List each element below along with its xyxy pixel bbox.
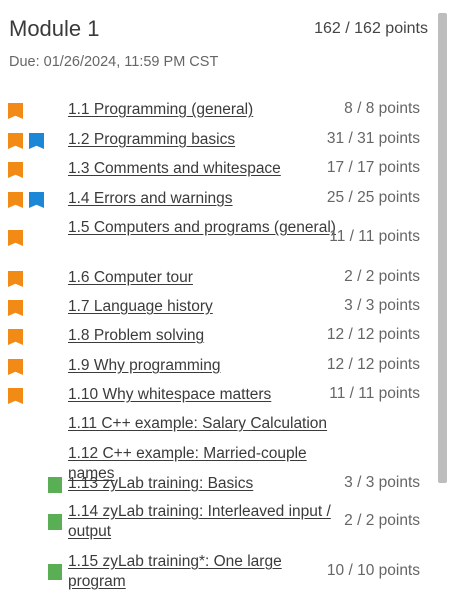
section-points: 3 / 3 points bbox=[344, 474, 420, 491]
section-link[interactable]: 1.7 Language history bbox=[68, 297, 338, 317]
section-row[interactable]: 1.2 Programming basics 31 / 31 points bbox=[0, 130, 436, 152]
participation-activity-icon bbox=[8, 359, 23, 375]
section-link[interactable]: 1.15 zyLab training*: One large program bbox=[68, 552, 338, 592]
participation-activity-icon bbox=[8, 271, 23, 287]
section-row[interactable]: 1.1 Programming (general) 8 / 8 points bbox=[0, 100, 436, 122]
section-row[interactable]: 1.12 C++ example: Married-couple names bbox=[0, 444, 436, 482]
activity-icons bbox=[48, 477, 62, 493]
activity-icons bbox=[8, 329, 23, 345]
activity-icons bbox=[8, 162, 23, 178]
section-row[interactable]: 1.15 zyLab training*: One large program 1… bbox=[0, 552, 436, 594]
participation-activity-icon bbox=[8, 133, 23, 149]
activity-icons bbox=[8, 192, 44, 208]
due-date: Due: 01/26/2024, 11:59 PM CST bbox=[9, 54, 219, 70]
activity-icons bbox=[48, 564, 62, 580]
participation-activity-icon bbox=[8, 103, 23, 119]
section-points: 12 / 12 points bbox=[326, 326, 420, 343]
section-row[interactable]: 1.6 Computer tour 2 / 2 points bbox=[0, 268, 436, 290]
section-link[interactable]: 1.10 Why whitespace matters bbox=[68, 385, 338, 405]
section-row[interactable]: 1.8 Problem solving 12 / 12 points bbox=[0, 326, 436, 348]
section-points: 2 / 2 points bbox=[344, 512, 420, 529]
section-link[interactable]: 1.5 Computers and programs (general) bbox=[68, 218, 338, 238]
section-row[interactable]: 1.11 C++ example: Salary Calculation bbox=[0, 414, 436, 436]
section-row[interactable]: 1.4 Errors and warnings 25 / 25 points bbox=[0, 189, 436, 211]
section-points: 8 / 8 points bbox=[344, 100, 420, 117]
challenge-activity-icon bbox=[29, 133, 44, 149]
section-points: 3 / 3 points bbox=[344, 297, 420, 314]
section-row[interactable]: 1.9 Why programming 12 / 12 points bbox=[0, 356, 436, 378]
module-header: Module 1 162 / 162 points Due: 01/26/202… bbox=[0, 0, 436, 80]
section-points: 12 / 12 points bbox=[326, 356, 420, 373]
section-link[interactable]: 1.13 zyLab training: Basics bbox=[68, 474, 338, 494]
section-link[interactable]: 1.4 Errors and warnings bbox=[68, 189, 338, 209]
section-link[interactable]: 1.2 Programming basics bbox=[68, 130, 338, 150]
participation-activity-icon bbox=[8, 329, 23, 345]
lab-activity-icon bbox=[48, 477, 62, 493]
activity-icons bbox=[8, 103, 23, 119]
section-row[interactable]: 1.14 zyLab training: Interleaved input /… bbox=[0, 502, 436, 544]
participation-activity-icon bbox=[8, 230, 23, 246]
participation-activity-icon bbox=[8, 192, 23, 208]
activity-icons bbox=[8, 300, 23, 316]
activity-icons bbox=[48, 514, 62, 530]
lab-activity-icon bbox=[48, 514, 62, 530]
section-link[interactable]: 1.14 zyLab training: Interleaved input /… bbox=[68, 502, 338, 542]
section-row[interactable]: 1.13 zyLab training: Basics 3 / 3 points bbox=[0, 474, 436, 496]
section-row[interactable]: 1.10 Why whitespace matters 11 / 11 point… bbox=[0, 385, 436, 407]
participation-activity-icon bbox=[8, 300, 23, 316]
section-row[interactable]: 1.7 Language history 3 / 3 points bbox=[0, 297, 436, 319]
section-points: 11 / 11 points bbox=[329, 385, 420, 402]
section-points: 10 / 10 points bbox=[326, 562, 420, 579]
activity-icons bbox=[8, 271, 23, 287]
module-points: 162 / 162 points bbox=[314, 20, 428, 37]
section-link[interactable]: 1.11 C++ example: Salary Calculation bbox=[68, 414, 338, 434]
activity-icons bbox=[8, 230, 23, 246]
section-link[interactable]: 1.9 Why programming bbox=[68, 356, 338, 376]
module-title: Module 1 bbox=[9, 16, 100, 41]
section-link[interactable]: 1.6 Computer tour bbox=[68, 268, 338, 288]
participation-activity-icon bbox=[8, 162, 23, 178]
section-points: 11 / 11 points bbox=[329, 228, 420, 245]
participation-activity-icon bbox=[8, 388, 23, 404]
activity-icons bbox=[8, 359, 23, 375]
challenge-activity-icon bbox=[29, 192, 44, 208]
section-link[interactable]: 1.1 Programming (general) bbox=[68, 100, 338, 120]
activity-icons bbox=[8, 133, 44, 149]
section-points: 25 / 25 points bbox=[326, 189, 420, 206]
section-points: 2 / 2 points bbox=[344, 268, 420, 285]
section-row[interactable]: 1.3 Comments and whitespace 17 / 17 point… bbox=[0, 159, 436, 181]
section-link[interactable]: 1.8 Problem solving bbox=[68, 326, 338, 346]
section-link[interactable]: 1.3 Comments and whitespace bbox=[68, 159, 338, 179]
section-points: 17 / 17 points bbox=[326, 159, 420, 176]
lab-activity-icon bbox=[48, 564, 62, 580]
scrollbar[interactable] bbox=[438, 13, 447, 483]
section-points: 31 / 31 points bbox=[326, 130, 420, 147]
activity-icons bbox=[8, 388, 23, 404]
section-row[interactable]: 1.5 Computers and programs (general) 11 /… bbox=[0, 218, 436, 260]
